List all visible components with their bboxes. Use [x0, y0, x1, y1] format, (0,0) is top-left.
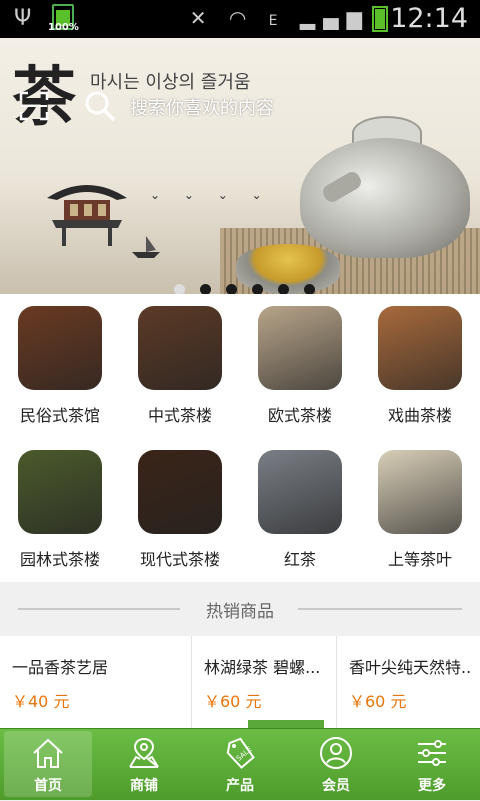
- birds-decoration: ⌄ ⌄ ⌄ ⌄: [150, 188, 272, 202]
- product-list: 一品香茶艺居 ￥40 元 林湖绿茶 碧螺... ￥60 元 香叶尖纯天然特... ￥60 …: [0, 636, 480, 728]
- category-item[interactable]: 戏曲茶楼: [360, 294, 480, 438]
- product-price: ￥60 元: [204, 692, 262, 711]
- battery-notification-percent: 100%: [48, 22, 79, 33]
- tab-member[interactable]: 会员: [288, 729, 384, 801]
- tab-label: 首页: [34, 778, 62, 794]
- system-icons: ✕ ◠ E ▂▄▆: [190, 6, 370, 30]
- search-bar[interactable]: 搜索你喜欢的内容: [18, 90, 318, 124]
- network-type: E: [268, 13, 286, 29]
- tab-home[interactable]: 首页: [0, 729, 96, 801]
- signal-icon: ▂▄▆: [299, 6, 370, 30]
- divider-right: [298, 608, 462, 610]
- category-item[interactable]: 红茶: [240, 438, 360, 582]
- product-name: 香叶尖纯天然特...: [349, 658, 472, 677]
- wifi-icon: ◠: [228, 6, 255, 30]
- boat-illustration: [132, 236, 160, 258]
- category-item[interactable]: 上等茶叶: [360, 438, 480, 582]
- category-item[interactable]: 现代式茶楼: [120, 438, 240, 582]
- category-thumbnail[interactable]: [18, 450, 102, 534]
- carousel-dot[interactable]: [200, 284, 211, 294]
- product-price: ￥60 元: [349, 692, 407, 711]
- more-sliders-icon: [418, 740, 446, 766]
- category-label: 民俗式茶馆: [19, 406, 100, 425]
- category-item[interactable]: 中式茶楼: [120, 294, 240, 438]
- home-icon: [33, 738, 63, 768]
- category-label: 欧式茶楼: [267, 406, 332, 425]
- search-input[interactable]: 搜索你喜欢的内容: [130, 94, 274, 120]
- category-thumbnail[interactable]: [378, 450, 462, 534]
- carousel-dot[interactable]: [304, 284, 315, 294]
- carousel-indicator: [174, 280, 330, 294]
- category-item[interactable]: 民俗式茶馆: [0, 294, 120, 438]
- category-label: 中式茶楼: [147, 406, 212, 425]
- usb-icon: Ψ: [14, 6, 32, 31]
- category-label: 红茶: [283, 550, 316, 569]
- product-name: 一品香茶艺居: [12, 658, 109, 677]
- category-thumbnail[interactable]: [378, 306, 462, 390]
- category-grid: 民俗式茶馆 中式茶楼 欧式茶楼 戏曲茶楼园林式茶楼 现代式茶楼 红茶 上等茶叶: [0, 294, 480, 582]
- status-clock: 12:14: [390, 3, 468, 34]
- hero-banner[interactable]: 茶 마시는 이상의 즐거움 ⌄ ⌄ ⌄ ⌄ 搜索你喜欢的内容: [0, 38, 480, 294]
- tab-label: 更多: [418, 778, 446, 794]
- promo-strip: [248, 720, 324, 728]
- product-name: 林湖绿茶 碧螺...: [204, 658, 321, 677]
- category-label: 园林式茶楼: [19, 550, 100, 569]
- sale-tag-icon: SALE: [226, 737, 255, 769]
- carousel-dot[interactable]: [252, 284, 263, 294]
- category-item[interactable]: 欧式茶楼: [240, 294, 360, 438]
- category-label: 现代式茶楼: [139, 550, 220, 569]
- category-thumbnail[interactable]: [138, 306, 222, 390]
- scan-icon[interactable]: [18, 90, 50, 122]
- bottom-tab-bar: 首页 商铺 SALE 产品 会员 更多: [0, 728, 480, 800]
- tab-product[interactable]: SALE 产品: [192, 729, 288, 801]
- member-icon: [320, 737, 352, 769]
- carousel-dot[interactable]: [278, 284, 289, 294]
- status-bar: Ψ 100% ✕ ◠ E ▂▄▆ 12:14: [0, 0, 480, 38]
- product-card[interactable]: 一品香茶艺居 ￥40 元: [0, 636, 192, 728]
- tab-label: 产品: [226, 778, 254, 794]
- search-icon[interactable]: [84, 90, 116, 122]
- product-card[interactable]: 香叶尖纯天然特... ￥60 元: [337, 636, 480, 728]
- category-thumbnail[interactable]: [258, 450, 342, 534]
- tab-label: 会员: [322, 778, 350, 794]
- category-label: 上等茶叶: [387, 550, 452, 569]
- hot-products-header: 热销商品: [0, 582, 480, 636]
- category-label: 戏曲茶楼: [387, 406, 452, 425]
- tab-label: 商铺: [130, 778, 158, 794]
- category-thumbnail[interactable]: [18, 306, 102, 390]
- mute-icon: ✕: [189, 6, 215, 30]
- product-card[interactable]: 林湖绿茶 碧螺... ￥60 元: [192, 636, 337, 728]
- category-thumbnail[interactable]: [258, 306, 342, 390]
- category-thumbnail[interactable]: [138, 450, 222, 534]
- category-item[interactable]: 园林式茶楼: [0, 438, 120, 582]
- battery-icon: [372, 6, 388, 32]
- pavilion-illustration: [47, 185, 127, 246]
- product-price: ￥40 元: [12, 692, 70, 711]
- carousel-dot[interactable]: [226, 284, 237, 294]
- store-map-icon: [129, 737, 159, 768]
- tab-store[interactable]: 商铺: [96, 729, 192, 801]
- carousel-dot[interactable]: [174, 284, 185, 294]
- tab-more[interactable]: 更多: [384, 729, 480, 801]
